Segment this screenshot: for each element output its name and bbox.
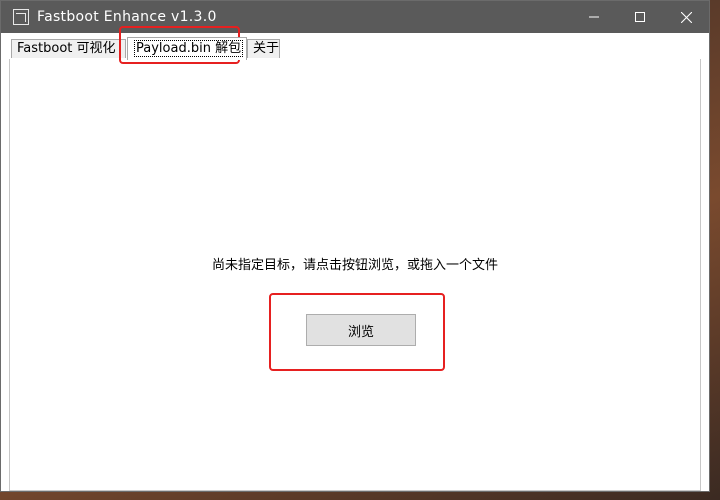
- app-window: Fastboot Enhance v1.3.0 Fastboot 可视化 Pay…: [0, 0, 710, 492]
- drop-hint-text: 尚未指定目标，请点击按钮浏览，或拖入一个文件: [211, 258, 498, 273]
- minimize-icon: [589, 16, 599, 18]
- maximize-button[interactable]: [617, 1, 663, 33]
- app-icon: [13, 9, 29, 25]
- minimize-button[interactable]: [571, 1, 617, 33]
- tab-fastboot-visual[interactable]: Fastboot 可视化: [11, 39, 126, 58]
- payload-panel[interactable]: 尚未指定目标，请点击按钮浏览，或拖入一个文件 浏览: [9, 59, 701, 491]
- tab-label: 关于: [253, 41, 280, 56]
- close-icon: [680, 11, 692, 23]
- tab-strip: Fastboot 可视化 Payload.bin 解包 关于: [9, 37, 701, 60]
- window-title: Fastboot Enhance v1.3.0: [37, 9, 217, 25]
- tab-payload-unpack[interactable]: Payload.bin 解包: [127, 37, 247, 60]
- button-highlight-box: [269, 293, 445, 371]
- tab-label: Payload.bin 解包: [134, 40, 244, 57]
- title-bar[interactable]: Fastboot Enhance v1.3.0: [1, 1, 709, 33]
- tab-label: Fastboot 可视化: [17, 41, 116, 56]
- close-button[interactable]: [663, 1, 709, 33]
- tab-about[interactable]: 关于: [247, 39, 280, 58]
- maximize-icon: [635, 12, 645, 22]
- window-controls: [571, 1, 709, 33]
